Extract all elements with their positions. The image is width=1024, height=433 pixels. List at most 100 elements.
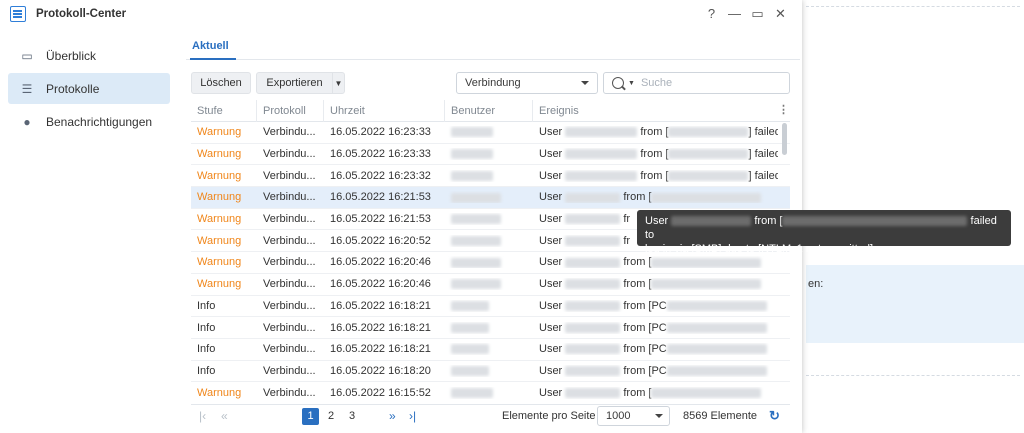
total-items-count: 8569 Elemente [683,410,757,422]
event-text: from [ [623,191,652,204]
event-text: from [ [640,169,669,182]
cell-protocol: Verbindu... [263,191,316,204]
redacted-user [565,257,621,268]
event-tooltip: User from [ failed to log in via [SMB] d… [637,210,1011,255]
help-icon[interactable]: ? [700,6,723,22]
last-page-icon[interactable]: ›| [409,409,416,423]
export-button[interactable]: Exportieren [256,72,333,94]
redacted-user [451,170,493,181]
column-header-event[interactable]: Ereignis [533,100,775,122]
minimize-icon[interactable]: — [723,6,746,22]
redacted-user [565,387,621,398]
cell-protocol: Verbindu... [263,299,316,312]
table-row[interactable]: Info Verbindu... 16.05.2022 16:18:20 User f… [191,361,790,383]
log-type-filter-select[interactable]: Verbindung [456,72,598,94]
next-page-icon[interactable]: » [389,409,396,423]
table-row[interactable]: Info Verbindu... 16.05.2022 16:18:21 User f… [191,339,790,361]
monitor-icon: ▭ [21,48,33,63]
cell-level: Warnung [197,191,242,204]
table-row[interactable]: Warnung Verbindu... 16.05.2022 16:23:33 Use… [191,144,790,166]
sidebar-item-label: Überblick [46,48,97,63]
event-text: from [ [640,148,669,161]
tooltip-text: from [ [754,215,783,227]
table-row[interactable]: Info Verbindu... 16.05.2022 16:18:21 User f… [191,317,790,339]
window-title: Protokoll-Center [36,8,127,20]
cell-event: User from [PC [533,365,778,377]
cell-protocol: Verbindu... [263,278,316,291]
sidebar-item-label: Benachrichtigungen [46,114,153,129]
event-text: User [539,343,563,356]
column-header-level[interactable]: Stufe [191,100,257,122]
redacted-address [651,279,762,290]
export-dropdown-caret-icon[interactable]: ▼ [332,72,345,94]
search-input[interactable]: ▼ Suche [603,72,790,94]
event-text: from [PC [623,299,667,312]
event-text: User [539,299,563,312]
event-text: fr [623,234,631,247]
page-2-button[interactable]: 2 [328,410,334,422]
items-per-page-label: Elemente pro Seite [502,410,596,422]
redacted-address [666,366,767,376]
scrollbar-thumb[interactable] [782,123,787,155]
cell-time: 16.05.2022 16:18:21 [330,321,431,334]
event-text: User [539,148,563,161]
column-header-protocol[interactable]: Protokoll [257,100,324,122]
close-icon[interactable]: ✕ [769,6,792,22]
page-1-button[interactable]: 1 [302,408,319,425]
cell-event: User from [ [533,191,778,203]
cell-protocol: Verbindu... [263,386,316,399]
table-row[interactable]: Warnung Verbindu... 16.05.2022 16:20:46 Use… [191,274,790,296]
redacted-user [565,170,638,181]
redacted-user [671,216,752,227]
cell-protocol: Verbindu... [263,364,316,377]
event-text: User [539,169,563,182]
cell-time: 16.05.2022 16:18:21 [330,299,431,312]
table-row[interactable]: Info Verbindu... 16.05.2022 16:18:21 User f… [191,296,790,318]
tab-bar: Aktuell [186,28,800,60]
redacted-address [651,257,762,268]
background-text: en: [808,278,824,290]
log-center-app-icon [10,6,26,22]
event-text: ] failed t... [748,148,778,161]
table-body: Warnung Verbindu... 16.05.2022 16:23:33 Use… [191,122,790,400]
table-row[interactable]: Warnung Verbindu... 16.05.2022 16:15:52 Use… [191,382,790,400]
redacted-user [451,257,501,268]
event-text: from [PC [623,364,667,377]
event-text: User [539,364,563,377]
items-per-page-select[interactable]: 1000 [597,406,670,426]
cell-protocol: Verbindu... [263,321,316,334]
sidebar-item-overview[interactable]: ▭ Überblick [8,40,170,71]
title-bar[interactable]: Protokoll-Center ? — ▭ ✕ [0,0,802,28]
cell-level: Info [197,321,216,334]
redacted-user [565,192,621,203]
previous-page-icon[interactable]: « [221,409,228,423]
sidebar-item-logs[interactable]: ☰ Protokolle [8,73,170,104]
clear-button[interactable]: Löschen [191,72,251,94]
redacted-address [782,216,968,227]
column-header-time[interactable]: Uhrzeit [324,100,445,122]
sidebar-item-notifications[interactable]: ● Benachrichtigungen [8,106,170,137]
search-options-caret-icon[interactable]: ▼ [628,80,635,87]
refresh-icon[interactable]: ↻ [769,408,780,424]
cell-level: Warnung [197,234,242,247]
toolbar: Löschen Exportieren ▼ Verbindung ▼ Suche [191,72,790,94]
cell-level: Warnung [197,126,242,139]
event-text: fr [623,213,631,226]
cell-user [445,365,533,377]
first-page-icon[interactable]: |‹ [199,409,206,423]
cell-user [445,213,533,225]
redacted-address [666,322,767,333]
maximize-icon[interactable]: ▭ [746,6,769,22]
tab-current[interactable]: Aktuell [192,40,229,52]
table-row[interactable]: Warnung Verbindu... 16.05.2022 16:23:33 Use… [191,122,790,144]
event-text: User [539,321,563,334]
table-row[interactable]: Warnung Verbindu... 16.05.2022 16:21:53 Use… [191,187,790,209]
cell-protocol: Verbindu... [263,234,316,247]
table-row[interactable]: Warnung Verbindu... 16.05.2022 16:23:32 Use… [191,165,790,188]
column-menu-icon[interactable]: ⋮ [778,100,789,122]
page-3-button[interactable]: 3 [349,410,355,422]
column-header-user[interactable]: Benutzer [445,100,533,122]
cell-time: 16.05.2022 16:21:53 [330,213,431,226]
cell-level: Warnung [197,148,242,161]
redacted-user [451,192,501,203]
